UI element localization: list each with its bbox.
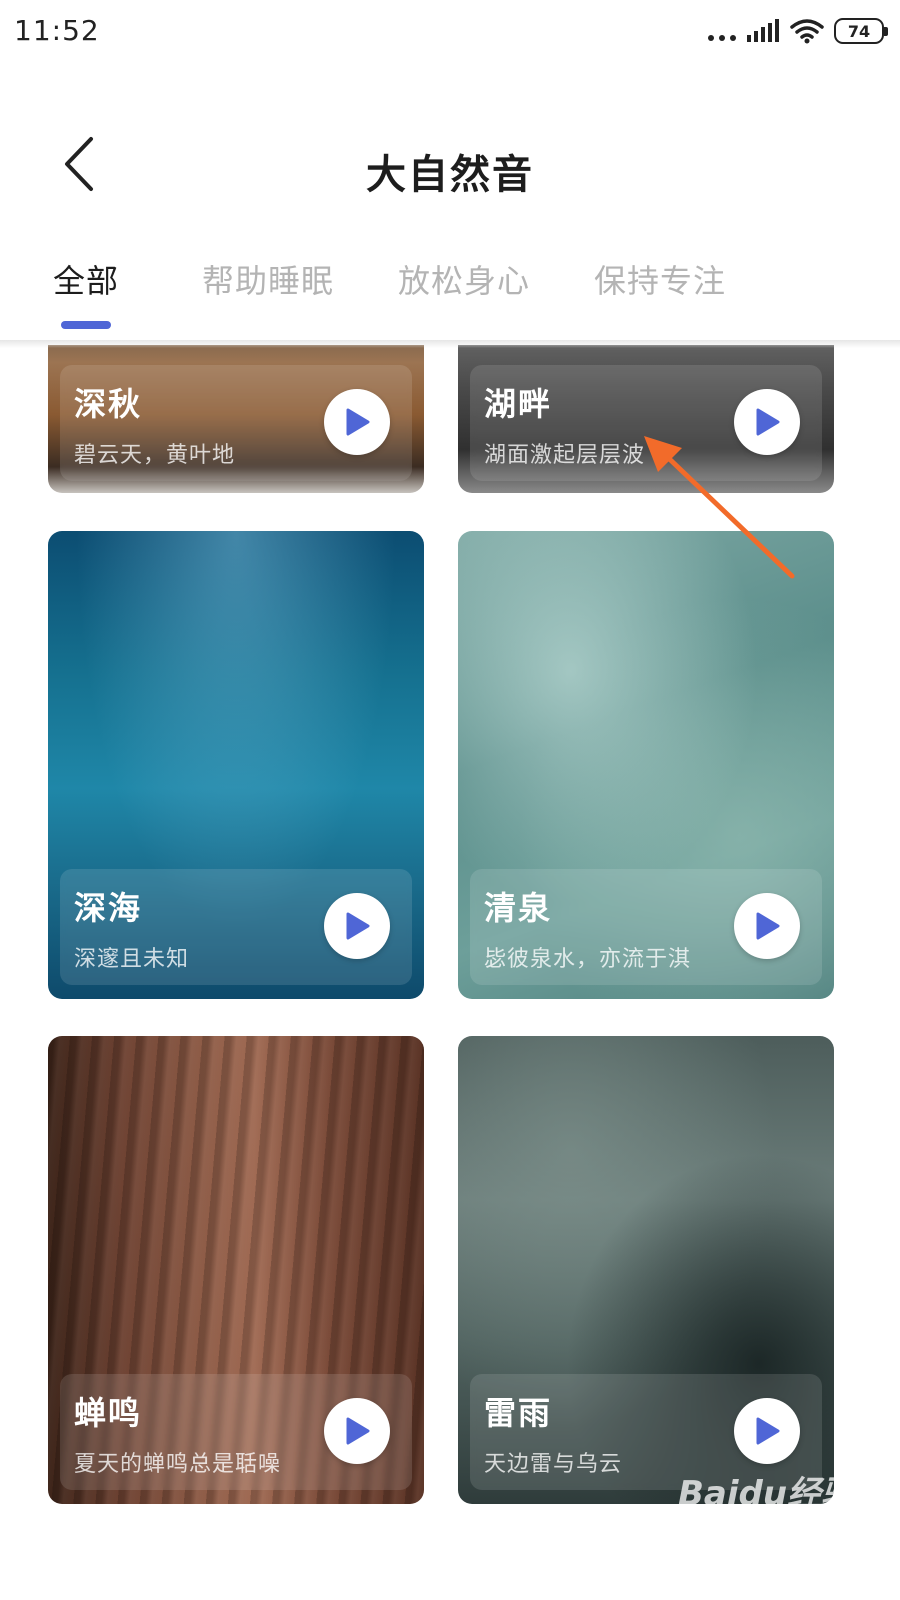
sound-card-cicada[interactable]: 蝉鸣 夏天的蝉鸣总是聒噪	[48, 1036, 424, 1504]
play-icon	[756, 408, 780, 436]
tab-bar: 全部 帮助睡眠 放松身心 保持专注	[0, 250, 900, 345]
tab-bar-shadow	[0, 340, 900, 348]
card-subtitle: 深邃且未知	[74, 947, 190, 972]
more-dots-icon	[708, 21, 736, 41]
sound-grid[interactable]: 深秋 碧云天，黄叶地 湖畔 湖面激起层层波 深海 深邃且未知 清泉 毖彼泉水，亦…	[0, 345, 900, 1600]
play-button[interactable]	[734, 893, 800, 959]
card-info-panel: 深秋 碧云天，黄叶地	[60, 365, 412, 481]
card-subtitle: 碧云天，黄叶地	[74, 443, 236, 468]
signal-icon	[747, 19, 779, 42]
play-icon	[756, 912, 780, 940]
tab-all[interactable]: 全部	[53, 256, 119, 302]
sound-card-late-autumn[interactable]: 深秋 碧云天，黄叶地	[48, 345, 424, 493]
status-icons: 74	[708, 14, 888, 48]
card-title: 雷雨	[484, 1394, 553, 1432]
card-subtitle: 湖面激起层层波	[484, 443, 646, 468]
card-subtitle: 夏天的蝉鸣总是聒噪	[74, 1452, 282, 1477]
card-info-panel: 清泉 毖彼泉水，亦流于淇	[470, 869, 822, 985]
sound-card-clear-spring[interactable]: 清泉 毖彼泉水，亦流于淇	[458, 531, 834, 999]
play-button[interactable]	[324, 893, 390, 959]
sound-card-thunderstorm[interactable]: 雷雨 天边雷与乌云	[458, 1036, 834, 1504]
sound-card-lakeside[interactable]: 湖畔 湖面激起层层波	[458, 345, 834, 493]
card-info-panel: 蝉鸣 夏天的蝉鸣总是聒噪	[60, 1374, 412, 1490]
tab-focus[interactable]: 保持专注	[594, 256, 726, 302]
card-title: 湖畔	[484, 385, 553, 423]
tab-relax[interactable]: 放松身心	[398, 256, 530, 302]
tab-sleep[interactable]: 帮助睡眠	[202, 256, 334, 302]
page-title: 大自然音	[366, 152, 534, 198]
battery-level: 74	[847, 21, 871, 41]
status-time: 11:52	[14, 14, 100, 47]
sound-card-deep-sea[interactable]: 深海 深邃且未知	[48, 531, 424, 999]
card-info-panel: 深海 深邃且未知	[60, 869, 412, 985]
play-icon	[346, 912, 370, 940]
card-info-panel: 雷雨 天边雷与乌云	[470, 1374, 822, 1490]
play-button[interactable]	[324, 389, 390, 455]
header: 大自然音	[0, 110, 900, 220]
play-icon	[346, 1417, 370, 1445]
wifi-icon	[790, 19, 824, 44]
card-title: 深秋	[74, 385, 143, 423]
active-tab-indicator	[61, 321, 111, 329]
card-subtitle: 天边雷与乌云	[484, 1452, 623, 1477]
card-title: 深海	[74, 889, 143, 927]
battery-icon: 74	[834, 18, 888, 44]
play-icon	[346, 408, 370, 436]
card-info-panel: 湖畔 湖面激起层层波	[470, 365, 822, 481]
status-bar: 11:52 74	[0, 0, 900, 64]
card-subtitle: 毖彼泉水，亦流于淇	[484, 947, 692, 972]
play-icon	[756, 1417, 780, 1445]
play-button[interactable]	[734, 1398, 800, 1464]
card-title: 清泉	[484, 889, 553, 927]
card-title: 蝉鸣	[74, 1394, 143, 1432]
play-button[interactable]	[324, 1398, 390, 1464]
play-button[interactable]	[734, 389, 800, 455]
